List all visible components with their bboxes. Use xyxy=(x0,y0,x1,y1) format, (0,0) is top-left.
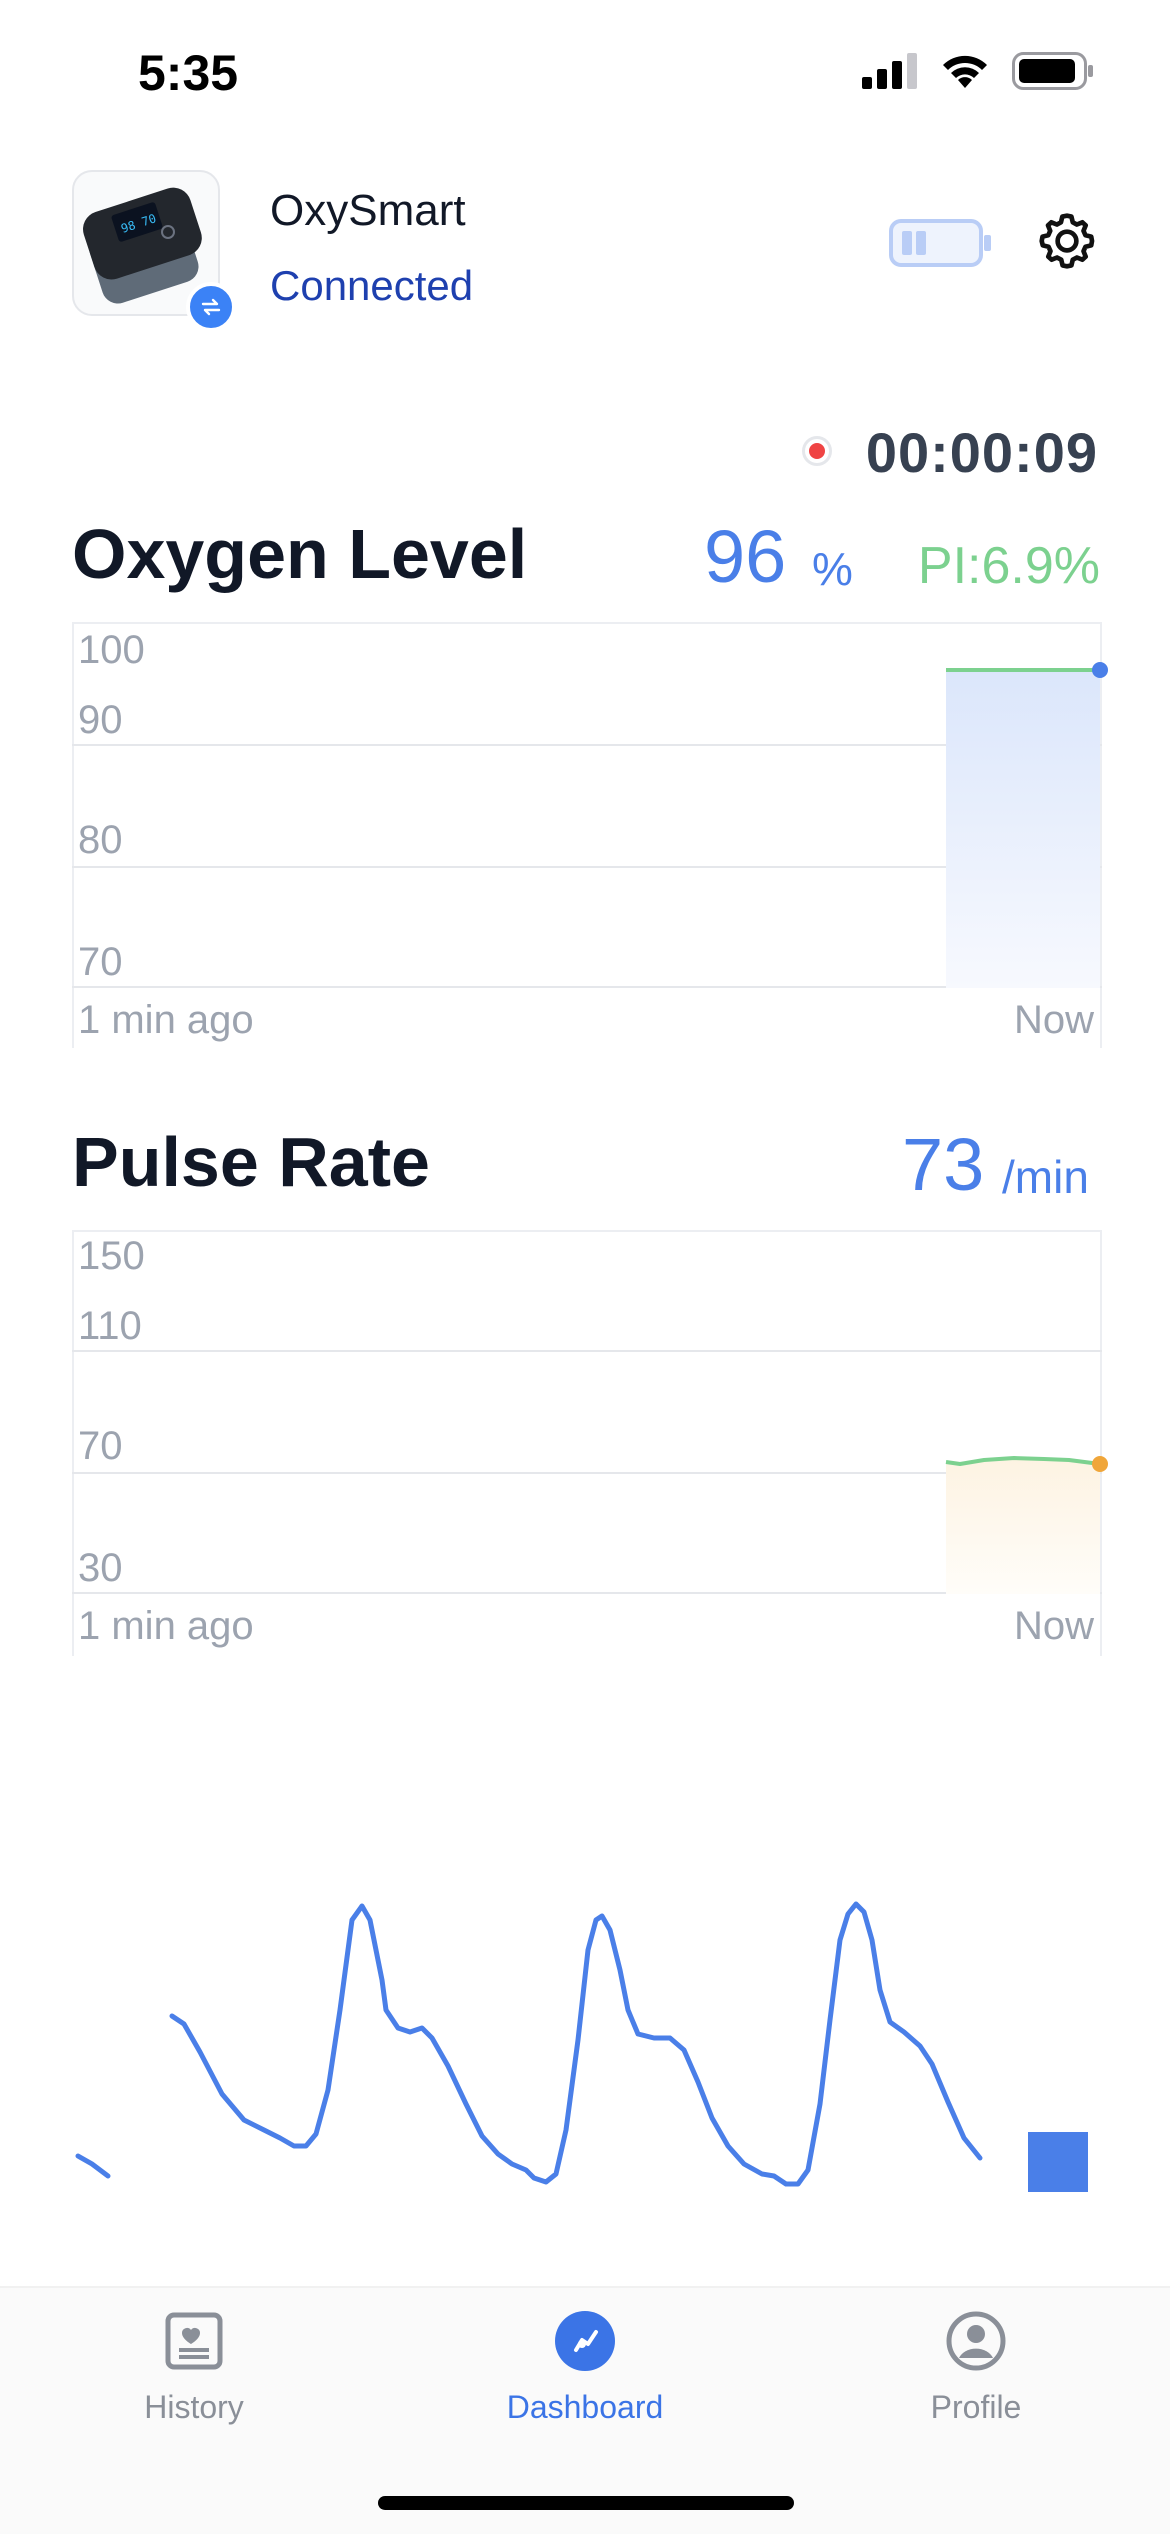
recording-indicator xyxy=(802,436,832,466)
pulse-trend xyxy=(945,1456,1108,1594)
pulse-x-end: Now xyxy=(1013,1604,1094,1648)
oxygen-title: Oxygen Level xyxy=(72,515,528,593)
pleth-waveform-line xyxy=(169,1901,983,2187)
device-name: OxySmart xyxy=(270,186,466,235)
pulse-value: 73 xyxy=(902,1123,985,1206)
oxygen-x-end: Now xyxy=(1013,998,1094,1042)
oxygen-trend-fill xyxy=(946,670,1100,988)
sync-badge[interactable] xyxy=(186,282,236,332)
oxygen-trend xyxy=(946,662,1108,988)
wifi-icon xyxy=(943,55,987,88)
pulse-title: Pulse Rate xyxy=(72,1123,430,1201)
nav-history[interactable]: History xyxy=(74,2310,314,2426)
nav-dashboard[interactable]: Dashboard xyxy=(465,2310,705,2426)
connection-status: Connected xyxy=(270,262,474,309)
oxygen-current-point xyxy=(1092,662,1108,678)
waveform-stop-marker xyxy=(1028,2132,1088,2192)
phone-battery-icon xyxy=(1012,52,1093,90)
pulse-current-point xyxy=(1092,1456,1108,1472)
home-indicator[interactable] xyxy=(378,2496,794,2510)
oxygen-tick: 80 xyxy=(78,818,123,862)
gear-icon xyxy=(1039,213,1095,269)
oxygen-tick: 90 xyxy=(78,698,123,742)
pleth-waveform-tail xyxy=(75,2153,111,2179)
pulse-trend-fill xyxy=(946,1458,1100,1594)
oxygen-unit: % xyxy=(812,543,853,595)
pulse-unit: /min xyxy=(1002,1151,1089,1203)
pulse-grid-110 xyxy=(72,1350,1102,1352)
status-icons xyxy=(862,52,1094,90)
device-battery-button[interactable] xyxy=(888,218,992,273)
signal-icon xyxy=(862,53,917,89)
nav-profile[interactable]: Profile xyxy=(856,2310,1096,2426)
perfusion-index: PI:6.9% xyxy=(917,537,1100,595)
nav-profile-label: Profile xyxy=(930,2389,1022,2425)
nav-history-label: History xyxy=(144,2389,244,2425)
dashboard-icon xyxy=(555,2311,615,2371)
pleth-waveform xyxy=(75,1901,1088,2192)
pulse-tick: 70 xyxy=(78,1424,123,1468)
pulse-tick: 150 xyxy=(78,1234,145,1278)
oxygen-x-start: 1 min ago xyxy=(78,998,254,1042)
sync-icon xyxy=(201,298,221,316)
oxygen-tick: 70 xyxy=(78,940,123,984)
oxygen-value: 96 xyxy=(704,515,787,598)
profile-icon xyxy=(946,2311,1006,2371)
pulse-tick: 110 xyxy=(78,1304,142,1348)
nav-dashboard-label: Dashboard xyxy=(506,2389,664,2425)
status-time: 5:35 xyxy=(138,45,239,101)
session-timer: 00:00:09 xyxy=(865,421,1098,484)
pulse-tick: 30 xyxy=(78,1546,123,1590)
history-icon xyxy=(165,2312,223,2370)
oxygen-tick: 100 xyxy=(78,628,145,672)
device-battery-icon xyxy=(889,219,991,267)
pulse-x-start: 1 min ago xyxy=(78,1604,254,1648)
settings-button[interactable] xyxy=(1034,208,1100,279)
